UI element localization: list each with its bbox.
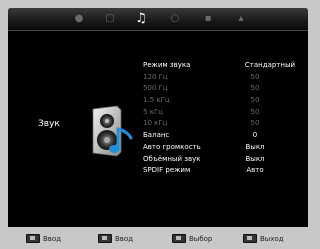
- key-hint-bar: Ввод Ввод Выбор Выход: [0, 227, 316, 249]
- music-note-icon: ♫: [135, 11, 147, 26]
- hint-label: Выход: [260, 235, 284, 243]
- hint-enter: Ввод: [26, 233, 62, 244]
- menu-item-auto-volume[interactable]: Авто громкость Выкл: [143, 142, 301, 154]
- menu-item-value: 50: [250, 84, 260, 93]
- menu-item-label: Режим звука: [143, 61, 191, 69]
- picture-icon: ●: [74, 13, 84, 24]
- menu-item-value: 50: [250, 72, 260, 81]
- menu-item-surround-sound[interactable]: Объёмный звук Выкл: [143, 154, 301, 166]
- menu-tab-bar: ● ▢ ♫ ○ ▪ ▴: [8, 8, 308, 31]
- menu-item-value: Выкл: [245, 142, 265, 151]
- lock-icon: ▴: [238, 13, 244, 24]
- menu-item-sound-mode[interactable]: Режим звука Стандартный: [143, 60, 301, 72]
- menu-item-500hz: 500 Гц 50: [143, 83, 301, 95]
- menu-item-label: 120 Гц: [143, 72, 168, 81]
- menu-item-label: 5 кГц: [143, 107, 163, 116]
- menu-item-label: Объёмный звук: [143, 154, 201, 163]
- ok-key-icon: [98, 233, 112, 243]
- hint-label: Ввод: [115, 235, 134, 243]
- osd-screen: ● ▢ ♫ ○ ▪ ▴ Звук Режим звука Стандартный …: [8, 8, 308, 235]
- section-label: Звук: [38, 119, 60, 129]
- menu-item-120hz: 120 Гц 50: [143, 72, 301, 84]
- menu-item-label: 500 Гц: [143, 84, 168, 93]
- menu-item-value: 50: [250, 119, 260, 128]
- tab-time[interactable]: ○: [168, 12, 182, 26]
- menu-item-label: Баланс: [143, 131, 170, 140]
- speaker-music-icon: [92, 105, 133, 157]
- tab-screen[interactable]: ▢: [103, 12, 117, 26]
- monitor-icon: ▢: [105, 13, 115, 24]
- tab-sound[interactable]: ♫: [134, 12, 148, 26]
- hint-exit: Выход: [243, 233, 284, 244]
- tab-options[interactable]: ▪: [201, 12, 215, 26]
- exit-key-icon: [243, 233, 257, 243]
- menu-item-value: Авто: [246, 166, 264, 175]
- menu-item-10khz: 10 кГц 50: [143, 118, 301, 130]
- menu-item-value: 0: [252, 131, 258, 140]
- hint-ok: Ввод: [98, 233, 134, 244]
- clock-icon: ○: [170, 13, 180, 24]
- hint-label: Ввод: [43, 235, 62, 243]
- menu-item-5khz: 5 кГц 50: [143, 107, 301, 119]
- arrows-key-icon: [172, 233, 186, 243]
- menu-item-label: 1.5 кГц: [143, 96, 170, 105]
- menu-item-label: Авто громкость: [143, 142, 201, 151]
- sound-settings-list: Режим звука Стандартный 120 Гц 50 500 Гц 50…: [143, 60, 301, 177]
- menu-item-label: 10 кГц: [143, 119, 168, 128]
- tab-picture[interactable]: ●: [72, 12, 86, 26]
- menu-item-value: Стандартный: [244, 61, 296, 69]
- enter-key-icon: [26, 233, 40, 243]
- menu-item-spdif-mode[interactable]: SPDIF режим Авто: [143, 165, 301, 177]
- menu-item-label: SPDIF режим: [143, 166, 191, 175]
- grid-icon: ▪: [204, 13, 212, 24]
- hint-label: Выбор: [189, 235, 213, 243]
- menu-item-balance[interactable]: Баланс 0: [143, 130, 301, 142]
- hint-select: Выбор: [172, 233, 213, 244]
- menu-item-1-5khz: 1.5 кГц 50: [143, 95, 301, 107]
- menu-item-value: Выкл: [245, 154, 265, 163]
- menu-item-value: 50: [250, 107, 260, 116]
- tab-lock[interactable]: ▴: [234, 12, 248, 26]
- menu-item-value: 50: [250, 96, 260, 105]
